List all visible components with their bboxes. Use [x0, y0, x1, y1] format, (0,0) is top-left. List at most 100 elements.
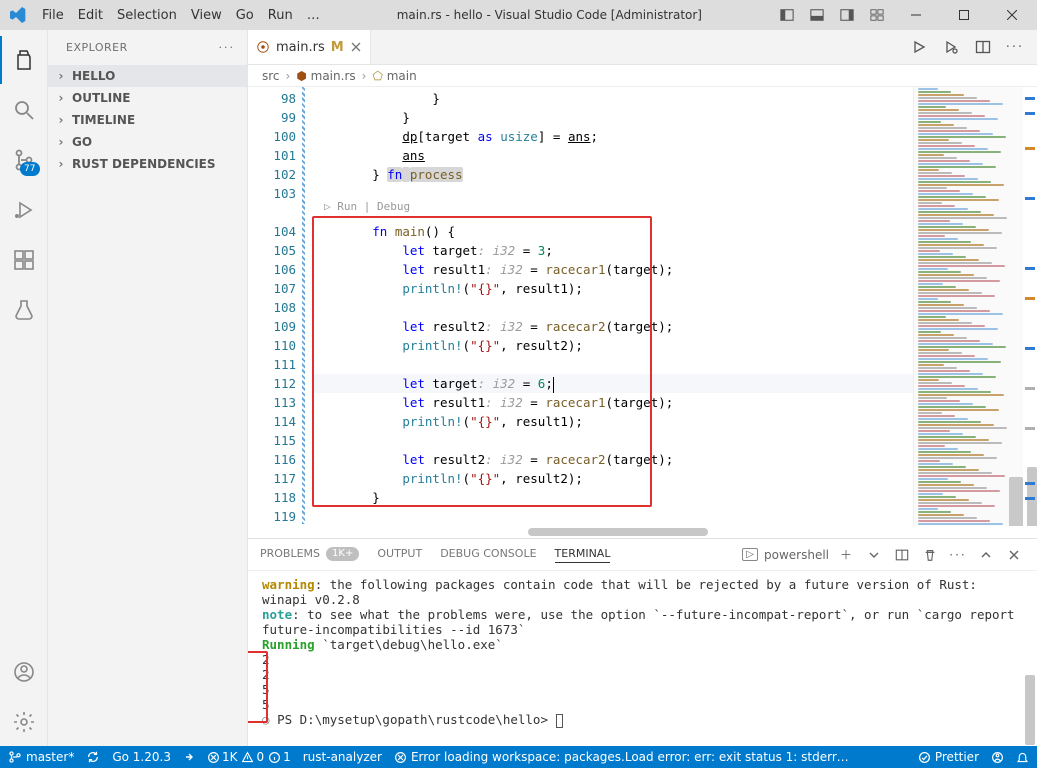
status-sync[interactable]: [86, 750, 100, 764]
debug-file-icon[interactable]: [937, 33, 965, 61]
tab-close-icon[interactable]: [350, 41, 362, 53]
minimap[interactable]: [913, 87, 1023, 526]
status-problems[interactable]: 1K 0 1: [207, 750, 291, 764]
layout-toggle-primary-icon[interactable]: [773, 1, 801, 29]
chevron-right-icon: ›: [54, 113, 68, 127]
split-editor-icon[interactable]: [969, 33, 997, 61]
sidebar-section-outline[interactable]: ›OUTLINE: [48, 87, 247, 109]
menu-selection[interactable]: Selection: [111, 4, 183, 27]
customize-layout-icon[interactable]: [863, 1, 891, 29]
status-error-message[interactable]: Error loading workspace: packages.Load e…: [394, 750, 851, 764]
line-number-gutter: 9899100101102103 10410510610710810911011…: [248, 87, 298, 526]
close-panel-icon[interactable]: [1003, 544, 1025, 566]
status-tabnine[interactable]: [991, 751, 1004, 764]
menu-edit[interactable]: Edit: [72, 4, 109, 27]
panel-tab-problems[interactable]: PROBLEMS1K+: [260, 547, 359, 563]
panel-more-icon[interactable]: ···: [947, 544, 969, 566]
code-line[interactable]: }: [312, 89, 913, 108]
status-prettier[interactable]: Prettier: [918, 750, 979, 764]
code-line[interactable]: } fn process: [312, 165, 913, 184]
sidebar-more-icon[interactable]: ···: [219, 41, 236, 54]
line-number: 108: [248, 298, 298, 317]
sidebar-section-rust-dependencies[interactable]: ›RUST DEPENDENCIES: [48, 153, 247, 175]
sidebar-section-timeline[interactable]: ›TIMELINE: [48, 109, 247, 131]
menu-go[interactable]: Go: [230, 4, 260, 27]
breadcrumb-file[interactable]: main.rs: [311, 69, 356, 83]
code-line[interactable]: dp[target as usize] = ans;: [312, 127, 913, 146]
breadcrumb[interactable]: src › ⬢ main.rs › ⬠ main: [248, 65, 1037, 87]
code-line[interactable]: }: [312, 108, 913, 127]
tab-bar: main.rs M ···: [248, 30, 1037, 65]
more-actions-icon[interactable]: ···: [1001, 33, 1029, 61]
layout-toggle-panel-icon[interactable]: [803, 1, 831, 29]
terminal-shell-name[interactable]: powershell: [764, 548, 829, 562]
chevron-right-icon: ›: [54, 69, 68, 83]
codelens-run-debug[interactable]: ▷ Run | Debug: [324, 200, 410, 213]
new-terminal-icon[interactable]: ＋: [835, 544, 857, 566]
window-title: main.rs - hello - Visual Studio Code [Ad…: [326, 8, 773, 22]
sidebar-section-hello[interactable]: ›HELLO: [48, 65, 247, 87]
minimap-slider[interactable]: [1009, 477, 1023, 526]
status-rust-analyzer[interactable]: rust-analyzer: [303, 750, 382, 764]
line-number: 110: [248, 336, 298, 355]
chevron-right-icon: ›: [54, 157, 68, 171]
activity-bar: 77: [0, 30, 48, 746]
activity-settings[interactable]: [0, 698, 48, 746]
terminal-content[interactable]: warning: the following packages contain …: [248, 571, 1037, 746]
menu-file[interactable]: File: [36, 4, 70, 27]
code-line[interactable]: ans: [312, 146, 913, 165]
sidebar-section-go[interactable]: ›GO: [48, 131, 247, 153]
line-number: 114: [248, 412, 298, 431]
menu-[interactable]: …: [301, 4, 326, 27]
tab-main-rs[interactable]: main.rs M: [248, 30, 371, 64]
menu-run[interactable]: Run: [262, 4, 299, 27]
maximize-panel-icon[interactable]: [975, 544, 997, 566]
tab-filename: main.rs: [276, 40, 325, 55]
launch-profile-icon[interactable]: ▷: [742, 548, 758, 561]
overview-ruler[interactable]: [1023, 87, 1037, 526]
panel-tab-terminal[interactable]: TERMINAL: [555, 547, 611, 563]
terminal-line: note: to see what the problems were, use…: [262, 607, 1023, 637]
line-number: 99: [248, 108, 298, 127]
window-minimize-button[interactable]: [893, 0, 939, 30]
activity-search[interactable]: [0, 86, 48, 134]
menu-view[interactable]: View: [185, 4, 228, 27]
layout-toggle-secondary-icon[interactable]: [833, 1, 861, 29]
line-number: 102: [248, 165, 298, 184]
scrollbar-thumb[interactable]: [528, 528, 708, 536]
problem-count-badge: 1K+: [326, 547, 359, 561]
horizontal-scrollbar[interactable]: [248, 526, 1037, 538]
panel-tab-debug[interactable]: DEBUG CONSOLE: [440, 547, 536, 562]
activity-extensions[interactable]: [0, 236, 48, 284]
status-go-version[interactable]: Go 1.20.3: [112, 750, 171, 764]
bottom-panel: PROBLEMS1K+ OUTPUT DEBUG CONSOLE TERMINA…: [248, 538, 1037, 746]
editor-group: main.rs M ··· src › ⬢ main.rs › ⬠ main 9…: [248, 30, 1037, 746]
code-editor[interactable]: 9899100101102103 10410510610710810911011…: [248, 87, 1037, 526]
terminal-line: ○ PS D:\mysetup\gopath\rustcode\hello>: [262, 712, 1023, 728]
terminal-line: 2: [262, 667, 1023, 682]
breadcrumb-src[interactable]: src: [262, 69, 280, 83]
code-line[interactable]: [312, 507, 913, 526]
breadcrumb-symbol[interactable]: main: [387, 69, 417, 83]
line-number: 106: [248, 260, 298, 279]
status-notifications[interactable]: [1016, 751, 1029, 764]
scrollbar-thumb[interactable]: [1025, 675, 1035, 745]
terminal-dropdown-icon[interactable]: [863, 544, 885, 566]
activity-testing[interactable]: [0, 286, 48, 334]
status-branch[interactable]: master*: [8, 750, 74, 764]
activity-accounts[interactable]: [0, 648, 48, 696]
line-number: 113: [248, 393, 298, 412]
panel-tab-output[interactable]: OUTPUT: [377, 547, 422, 562]
activity-explorer[interactable]: [0, 36, 48, 84]
vscode-logo-icon: [0, 7, 36, 23]
split-terminal-icon[interactable]: [891, 544, 913, 566]
rust-file-icon: ⬢: [296, 69, 310, 83]
highlight-box: [312, 216, 652, 507]
activity-source-control[interactable]: 77: [0, 136, 48, 184]
window-maximize-button[interactable]: [941, 0, 987, 30]
run-file-icon[interactable]: [905, 33, 933, 61]
activity-run-debug[interactable]: [0, 186, 48, 234]
status-go-analysis[interactable]: [183, 751, 195, 763]
kill-terminal-icon[interactable]: [919, 544, 941, 566]
window-close-button[interactable]: [989, 0, 1035, 30]
